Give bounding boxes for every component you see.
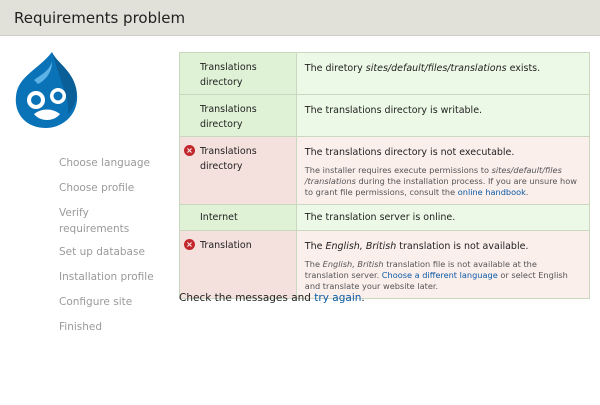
requirement-name: Translations directory bbox=[200, 146, 257, 172]
requirement-name: Translations directory bbox=[200, 104, 257, 130]
try-again-link[interactable]: try again bbox=[314, 292, 361, 304]
page-title: Requirements problem bbox=[14, 9, 186, 27]
choose-different-language-link[interactable]: Choose a different language bbox=[382, 270, 498, 280]
requirement-name: Translation bbox=[200, 240, 252, 251]
requirement-name: Translations directory bbox=[200, 62, 257, 88]
requirement-value: The translation server is online. bbox=[304, 212, 456, 223]
step-installation-profile: Installation profile bbox=[59, 271, 154, 283]
requirement-description: The installer requires execute permissio… bbox=[304, 165, 577, 197]
requirements-table: Translations directory The diretory site… bbox=[179, 52, 591, 299]
footer-message: Check the messages and try again. bbox=[179, 292, 365, 304]
drupal-logo bbox=[15, 52, 78, 128]
step-verify-requirements: Verify requirements bbox=[59, 207, 130, 235]
table-row: × Translations directory The translation… bbox=[179, 136, 591, 205]
requirement-value: The translations directory is not execut… bbox=[304, 147, 515, 158]
error-icon: × bbox=[184, 239, 195, 250]
requirement-name: Internet bbox=[200, 212, 238, 223]
requirement-value: The diretory sites/default/files/transla… bbox=[304, 63, 541, 74]
requirement-value: The translations directory is writable. bbox=[304, 105, 483, 116]
page-header: Requirements problem bbox=[0, 0, 600, 36]
step-finished: Finished bbox=[59, 321, 103, 333]
requirement-value: The English, British translation is not … bbox=[304, 241, 529, 252]
table-row: Translations directory The diretory site… bbox=[179, 52, 591, 95]
online-handbook-link[interactable]: online handbook bbox=[458, 187, 526, 197]
table-row: Translations directory The translations … bbox=[179, 94, 591, 137]
step-choose-language: Choose language bbox=[59, 157, 150, 169]
step-configure-site: Configure site bbox=[59, 296, 133, 308]
requirement-description: The English, British translation file is… bbox=[304, 259, 568, 291]
table-row: × Translation The English, British trans… bbox=[179, 230, 591, 299]
error-icon: × bbox=[184, 145, 195, 156]
step-set-up-database: Set up database bbox=[59, 246, 145, 258]
step-choose-profile: Choose profile bbox=[59, 182, 135, 194]
table-row: Internet The translation server is onlin… bbox=[179, 204, 591, 231]
